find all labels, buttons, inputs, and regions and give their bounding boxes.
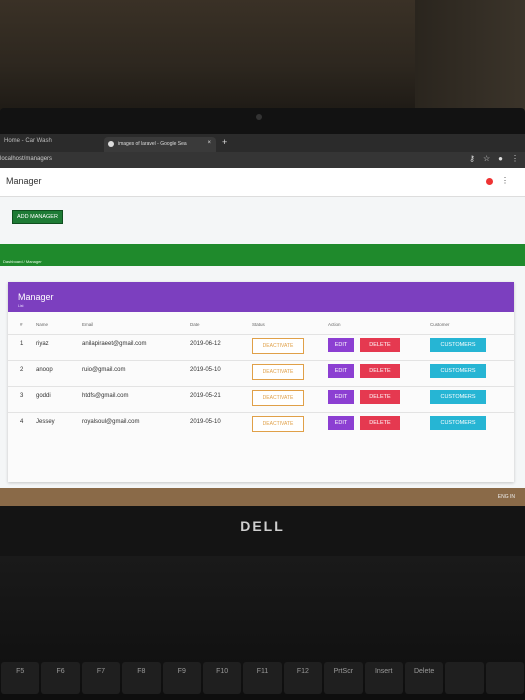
tab-label: images of laravel - Google Sea xyxy=(118,141,187,147)
customers-button[interactable]: CUSTOMERS xyxy=(430,364,486,378)
key-f12: F12 xyxy=(283,662,323,694)
function-key-row: F5 F6 F7 F8 F9 F10 F11 F12 PrtScr Insert… xyxy=(0,662,525,694)
browser-tab[interactable]: images of laravel - Google Sea × xyxy=(104,137,216,152)
manager-card: Manager List # Name Email Date Status Ac… xyxy=(8,282,514,482)
new-tab-icon[interactable]: + xyxy=(222,137,227,147)
row-date: 2019-05-21 xyxy=(190,393,221,399)
key-insert: Insert xyxy=(364,662,403,694)
notification-icon[interactable] xyxy=(486,178,493,185)
taskbar: ENG IN xyxy=(0,488,525,506)
table-row: 4 Jessey royalsoul@gmail.com 2019-05-10 … xyxy=(8,412,514,437)
url-text[interactable]: localhost/managers xyxy=(0,156,52,162)
address-bar[interactable]: localhost/managers ⚷ ☆ ● ⋮ xyxy=(0,152,525,168)
google-icon xyxy=(108,141,114,147)
taskbar-language: ENG IN xyxy=(497,494,515,500)
table-header: # Name Email Date Status Action Customer xyxy=(8,322,514,332)
table-row: 2 anoop ruio@gmail.com 2019-05-10 DEACTI… xyxy=(8,360,514,385)
row-date: 2019-05-10 xyxy=(190,367,221,373)
customers-button[interactable]: CUSTOMERS xyxy=(430,338,486,352)
breadcrumb: Dashboard / Manager xyxy=(3,259,42,264)
col-action: Action xyxy=(328,322,341,327)
edit-button[interactable]: EDIT xyxy=(328,338,354,352)
row-email: htdfs@gmail.com xyxy=(82,393,129,399)
browser-tabbar: Home - Car Wash images of laravel - Goog… xyxy=(0,134,525,152)
background-door xyxy=(415,0,525,120)
key-f6: F6 xyxy=(41,662,80,694)
row-email: royalsoul@gmail.com xyxy=(82,419,140,425)
delete-button[interactable]: DELETE xyxy=(360,416,400,430)
table-row: 3 goddi htdfs@gmail.com 2019-05-21 DEACT… xyxy=(8,386,514,411)
row-name: anoop xyxy=(36,367,53,373)
row-name: goddi xyxy=(36,393,51,399)
row-number: 1 xyxy=(20,341,24,347)
col-number: # xyxy=(20,322,23,327)
green-banner: Dashboard / Manager xyxy=(0,244,525,266)
delete-button[interactable]: DELETE xyxy=(360,338,400,352)
customers-button[interactable]: CUSTOMERS xyxy=(430,390,486,404)
card-title: Manager xyxy=(18,292,54,302)
key-extra-1 xyxy=(445,662,484,694)
key-f11: F11 xyxy=(243,662,282,694)
deactivate-button[interactable]: DEACTIVATE xyxy=(252,364,304,380)
key-f7: F7 xyxy=(81,662,121,694)
app-page: Manager ⋮ ADD MANAGER Dashboard / Manage… xyxy=(0,168,525,506)
star-icon[interactable]: ☆ xyxy=(483,154,490,163)
table-row: 1 riyaz anilapiraeet@gmail.com 2019-06-1… xyxy=(8,334,514,359)
deactivate-button[interactable]: DEACTIVATE xyxy=(252,338,304,354)
col-status: Status xyxy=(252,322,265,327)
customers-button[interactable]: CUSTOMERS xyxy=(430,416,486,430)
key-extra-2 xyxy=(485,662,525,694)
key-f10: F10 xyxy=(202,662,242,694)
row-number: 2 xyxy=(20,367,24,373)
deactivate-button[interactable]: DEACTIVATE xyxy=(252,416,304,432)
edit-button[interactable]: EDIT xyxy=(328,416,354,430)
card-header: Manager List xyxy=(8,282,514,312)
row-date: 2019-05-10 xyxy=(190,419,221,425)
key-delete: Delete xyxy=(404,662,444,694)
col-customer: Customer xyxy=(430,322,450,327)
close-icon[interactable]: × xyxy=(207,140,211,146)
delete-button[interactable]: DELETE xyxy=(360,364,400,378)
add-manager-button[interactable]: ADD MANAGER xyxy=(12,210,63,224)
key-prtscr: PrtScr xyxy=(324,662,363,694)
webcam xyxy=(256,114,262,120)
dell-logo: DELL xyxy=(240,518,285,534)
key-icon[interactable]: ⚷ xyxy=(469,154,475,163)
account-icon[interactable]: ● xyxy=(498,154,503,163)
key-f9: F9 xyxy=(162,662,201,694)
user-icon[interactable]: ⋮ xyxy=(501,176,509,185)
key-f8: F8 xyxy=(122,662,161,694)
row-name: Jessey xyxy=(36,419,55,425)
card-subtitle: List xyxy=(18,304,24,308)
menu-icon[interactable]: ⋮ xyxy=(511,154,519,163)
key-f5: F5 xyxy=(1,662,40,694)
edit-button[interactable]: EDIT xyxy=(328,364,354,378)
row-date: 2019-06-12 xyxy=(190,341,221,347)
row-email: anilapiraeet@gmail.com xyxy=(82,341,147,347)
col-name: Name xyxy=(36,322,49,327)
laptop-screen: Home - Car Wash images of laravel - Goog… xyxy=(0,134,525,506)
row-number: 4 xyxy=(20,419,24,425)
row-name: riyaz xyxy=(36,341,49,347)
edit-button[interactable]: EDIT xyxy=(328,390,354,404)
bookmark-label[interactable]: Home - Car Wash xyxy=(4,138,52,144)
row-number: 3 xyxy=(20,393,24,399)
page-title: Manager xyxy=(6,176,42,186)
row-email: ruio@gmail.com xyxy=(82,367,126,373)
col-email: Email xyxy=(82,322,94,327)
col-date: Date xyxy=(190,322,200,327)
deactivate-button[interactable]: DEACTIVATE xyxy=(252,390,304,406)
delete-button[interactable]: DELETE xyxy=(360,390,400,404)
app-header: Manager ⋮ xyxy=(0,168,525,197)
